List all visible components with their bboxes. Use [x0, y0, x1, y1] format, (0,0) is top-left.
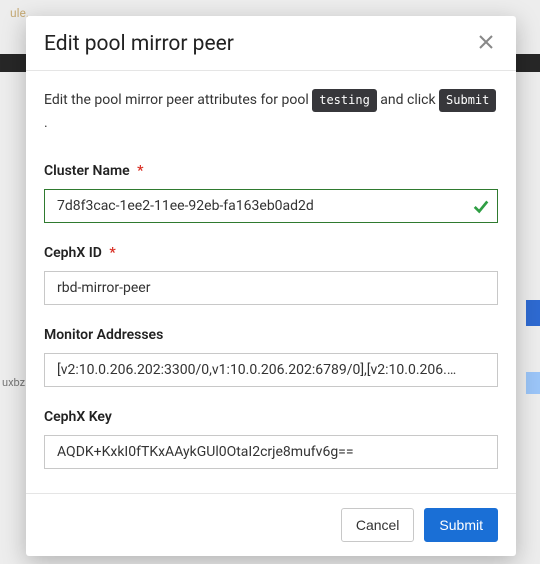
label-text: CephX ID [44, 245, 102, 261]
modal-header: Edit pool mirror peer [26, 16, 516, 71]
label-cephx-key: CephX Key [44, 409, 498, 425]
label-cephx-id: CephX ID * [44, 245, 498, 261]
submit-button[interactable]: Submit [424, 508, 498, 542]
label-text: Cluster Name [44, 163, 130, 179]
modal-intro: Edit the pool mirror peer attributes for… [44, 89, 498, 135]
close-icon [478, 34, 494, 55]
intro-text-suffix: . [44, 115, 48, 131]
cephx-id-input[interactable] [44, 271, 498, 305]
cephx-key-input[interactable] [44, 435, 498, 469]
submit-chip: Submit [439, 89, 496, 112]
valid-check-icon [472, 197, 490, 215]
form-group-cephx-key: CephX Key [44, 409, 498, 469]
close-button[interactable] [474, 32, 498, 56]
cancel-button[interactable]: Cancel [341, 508, 415, 542]
monitor-addresses-input-wrap [44, 353, 498, 387]
cluster-name-input[interactable] [44, 189, 498, 223]
label-text: CephX Key [44, 409, 112, 425]
cluster-name-input-wrap [44, 189, 498, 223]
modal-title: Edit pool mirror peer [44, 32, 234, 56]
label-monitor-addresses: Monitor Addresses [44, 327, 498, 343]
required-asterisk: * [137, 163, 143, 179]
background-fragment-left: uxbz [2, 376, 25, 389]
background-blue-block [526, 300, 540, 326]
modal-footer: Cancel Submit [26, 493, 516, 556]
cephx-key-input-wrap [44, 435, 498, 469]
cephx-id-input-wrap [44, 271, 498, 305]
form-group-cluster-name: Cluster Name * [44, 163, 498, 223]
intro-text-middle: and click [380, 92, 439, 108]
form-group-monitor-addresses: Monitor Addresses [44, 327, 498, 387]
form-group-cephx-id: CephX ID * [44, 245, 498, 305]
monitor-addresses-input[interactable] [44, 353, 498, 387]
label-text: Monitor Addresses [44, 327, 163, 343]
background-blue-block-2 [526, 372, 540, 394]
intro-text-prefix: Edit the pool mirror peer attributes for… [44, 92, 312, 108]
modal-body: Edit the pool mirror peer attributes for… [26, 71, 516, 493]
edit-pool-mirror-peer-modal: Edit pool mirror peer Edit the pool mirr… [26, 16, 516, 556]
required-asterisk: * [109, 245, 115, 261]
pool-name-chip: testing [312, 89, 377, 112]
label-cluster-name: Cluster Name * [44, 163, 498, 179]
